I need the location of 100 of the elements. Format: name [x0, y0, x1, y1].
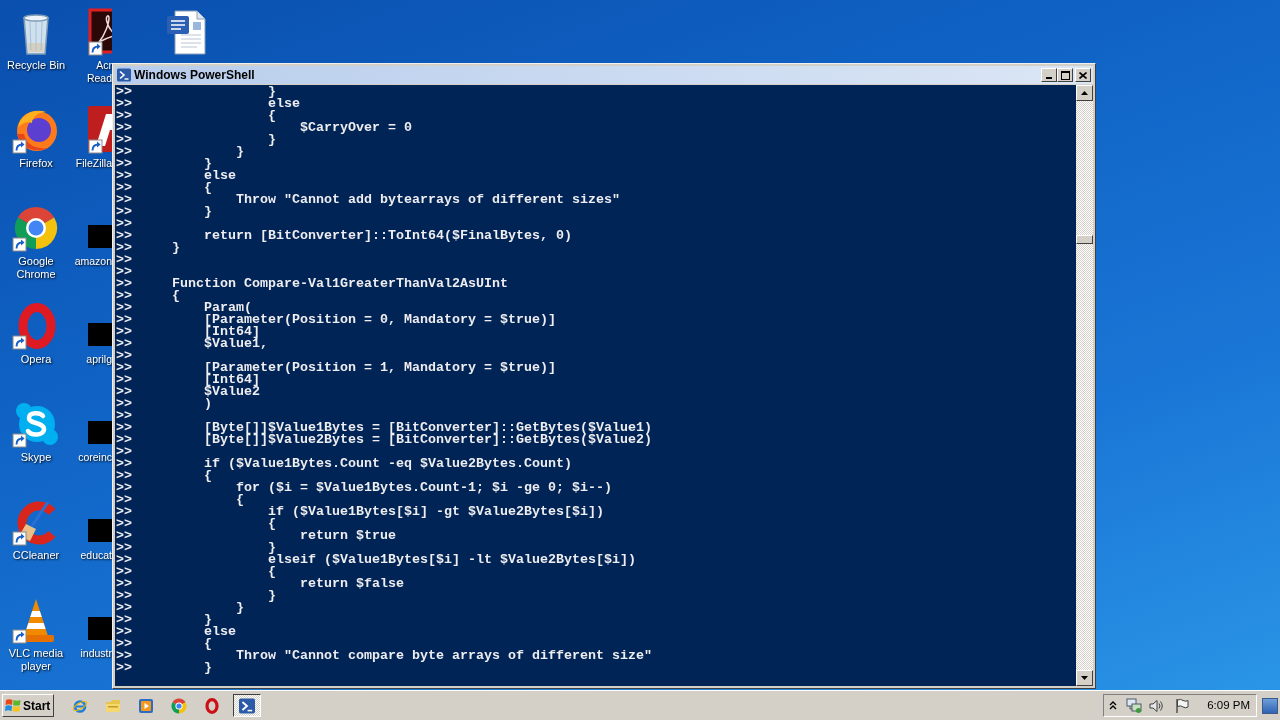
- code-line: }: [204, 206, 212, 218]
- icon-label[interactable]: VLC media player: [0, 647, 72, 673]
- code-line: for ($i = $Value1Bytes.Count-1; $i -ge 0; $i--): [236, 482, 612, 494]
- prompt: >>: [116, 158, 132, 170]
- browser-logo-icon[interactable]: [12, 204, 60, 252]
- icon-label[interactable]: Skype: [20, 451, 52, 464]
- code-line: {: [268, 518, 276, 530]
- file-thumbnail-icon[interactable]: [88, 519, 112, 542]
- prompt: >>: [116, 254, 132, 266]
- code-line: }: [204, 662, 212, 674]
- code-line: elseif ($Value1Bytes[$i] -lt $Value2Bytes[$i]): [268, 554, 636, 566]
- code-line: }: [204, 614, 212, 626]
- prompt: >>: [116, 218, 132, 230]
- prompt: >>: [116, 374, 132, 386]
- terminal-icon: [239, 697, 255, 714]
- prompt: >>: [116, 578, 132, 590]
- icon-label[interactable]: amazon: [74, 255, 112, 268]
- close-button[interactable]: [1075, 68, 1091, 82]
- code-line: return $true: [299, 530, 396, 542]
- prompt: >>: [116, 458, 132, 470]
- code-line: }: [268, 590, 276, 602]
- scroll-down-button[interactable]: [1076, 670, 1093, 686]
- app-tile-icon[interactable]: [88, 106, 112, 154]
- prompt: >>: [116, 602, 132, 614]
- maximize-button[interactable]: [1057, 68, 1073, 82]
- prompt: >>: [116, 638, 132, 650]
- icon-label[interactable]: Google Chrome: [0, 255, 72, 281]
- prompt: >>: [116, 170, 132, 182]
- code-line: else: [204, 170, 236, 182]
- maximize-icon: [1060, 70, 1070, 80]
- prompt: >>: [116, 614, 132, 626]
- browser-icon[interactable]: [72, 697, 88, 714]
- prompt: >>: [116, 242, 132, 254]
- chat-cloud-icon[interactable]: [12, 400, 60, 448]
- code-line: }: [268, 542, 276, 554]
- prompt: >>: [116, 110, 132, 122]
- code-line: {: [204, 182, 212, 194]
- show-desktop-button[interactable]: [1262, 697, 1278, 714]
- up-arrow-icon: [1081, 91, 1088, 95]
- code-line: {: [268, 110, 276, 122]
- prompt: >>: [116, 302, 132, 314]
- icon-label[interactable]: Opera: [20, 353, 52, 366]
- scroll-up-button[interactable]: [1076, 85, 1093, 101]
- icon-label[interactable]: Firefox: [19, 157, 53, 170]
- file-thumbnail-icon[interactable]: [88, 323, 112, 346]
- speaker-icon[interactable]: [1148, 697, 1165, 714]
- file-thumbnail-icon[interactable]: [88, 421, 112, 444]
- down-arrow-icon: [1081, 676, 1088, 680]
- code-line: {: [268, 566, 276, 578]
- prompt: >>: [116, 542, 132, 554]
- prompt: >>: [116, 470, 132, 482]
- scrollbar[interactable]: [1076, 85, 1093, 686]
- icon-label[interactable]: FileZilla: [75, 157, 112, 170]
- file-thumbnail-icon[interactable]: [88, 617, 112, 640]
- prompt: >>: [116, 338, 132, 350]
- caret-up-icon[interactable]: [1109, 701, 1118, 710]
- icon-label[interactable]: CCleaner: [12, 549, 60, 562]
- prompt: >>: [116, 434, 132, 446]
- prompt: >>: [116, 290, 132, 302]
- code-line: [Int64]: [204, 374, 260, 386]
- prompt: >>: [116, 230, 132, 242]
- clock[interactable]: 6:09 PM: [1207, 696, 1250, 715]
- icon-label[interactable]: Recycle Bin: [6, 59, 66, 72]
- prompt: >>: [116, 410, 132, 422]
- code-line: {: [172, 290, 180, 302]
- scroll-thumb[interactable]: [1076, 235, 1093, 244]
- icon-label[interactable]: educat: [80, 549, 112, 562]
- minimize-button[interactable]: [1041, 68, 1057, 82]
- code-line: {: [204, 470, 212, 482]
- prompt: >>: [116, 122, 132, 134]
- browser-logo-icon[interactable]: [171, 697, 187, 714]
- prompt: >>: [116, 314, 132, 326]
- close-icon: [1079, 71, 1087, 79]
- code-line: ): [204, 398, 212, 410]
- prompt: >>: [116, 482, 132, 494]
- file-thumbnail-icon[interactable]: [88, 225, 112, 248]
- code-line: return [BitConverter]::ToInt64($FinalBytes, 0): [204, 230, 572, 242]
- code-line: [Parameter(Position = 1, Mandatory = $true)]: [204, 362, 556, 374]
- prompt: >>: [116, 350, 132, 362]
- start-button[interactable]: Start: [2, 694, 54, 717]
- code-line: if ($Value1Bytes.Count -eq $Value2Bytes.Count): [204, 458, 572, 470]
- taskbar-window-button[interactable]: [233, 694, 261, 717]
- prompt: >>: [116, 134, 132, 146]
- code-line: }: [172, 242, 180, 254]
- network-icon[interactable]: [1126, 697, 1143, 714]
- code-line: Throw "Cannot add bytearrays of different sizes": [236, 194, 620, 206]
- code-line: Throw "Cannot compare byte arrays of different size": [236, 650, 652, 662]
- flag-icon[interactable]: [1174, 697, 1191, 714]
- app-tile-icon[interactable]: [88, 8, 112, 56]
- prompt: >>: [116, 650, 132, 662]
- icon-label[interactable]: Acr Read: [74, 59, 112, 85]
- code-line: Param(: [204, 302, 252, 314]
- ring-logo-icon[interactable]: [204, 697, 220, 714]
- media-player-icon[interactable]: [138, 697, 154, 714]
- windows-logo-icon: [5, 698, 21, 713]
- icon-label[interactable]: aprilg: [86, 353, 112, 366]
- icon-label[interactable]: coreinc: [78, 451, 112, 464]
- prompt: >>: [116, 182, 132, 194]
- icon-label[interactable]: industr: [80, 647, 112, 660]
- code-line: }: [268, 86, 276, 98]
